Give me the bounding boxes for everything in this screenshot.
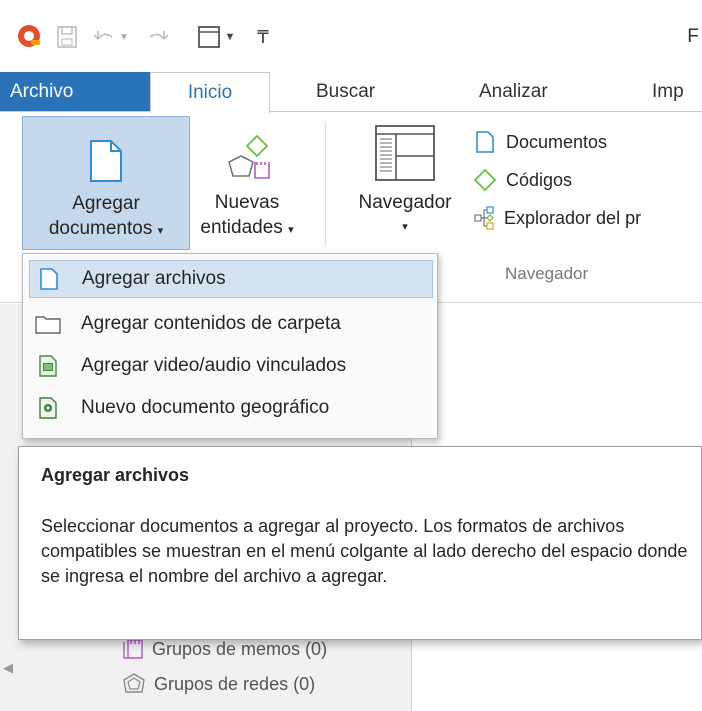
layout-icon[interactable] xyxy=(194,22,224,52)
menu-item-label: Agregar archivos xyxy=(82,268,226,289)
video-icon xyxy=(35,355,61,377)
navigator-icon xyxy=(345,116,465,182)
add-documents-menu: Agregar archivos Agregar contenidos de c… xyxy=(22,253,438,439)
navigator-label: Navegador xyxy=(358,192,452,213)
redo-icon[interactable] xyxy=(144,22,172,52)
undo-icon[interactable] xyxy=(90,22,118,52)
tree-item-network-groups[interactable]: Grupos de redes (0) xyxy=(122,673,315,695)
tooltip-title: Agregar archivos xyxy=(41,465,190,485)
layout-dropdown-icon[interactable]: ▼ xyxy=(223,22,237,52)
tooltip: Agregar archivos Seleccionar documentos … xyxy=(18,446,702,640)
new-entities-label-2: entidades xyxy=(200,217,283,238)
tooltip-body: Seleccionar documentos a agregar al proy… xyxy=(41,516,688,586)
codes-label: Códigos xyxy=(506,169,573,190)
menu-item-add-files[interactable]: Agregar archivos xyxy=(29,260,433,298)
navigator-button[interactable]: Navegador ▾ xyxy=(345,116,465,250)
app-logo-icon xyxy=(14,22,44,52)
project-explorer-label: Explorador del pr xyxy=(504,207,642,228)
documents-label: Documentos xyxy=(506,131,608,152)
tab-analizar[interactable]: Analizar xyxy=(479,72,548,112)
new-entities-button[interactable]: Nuevas entidades ▾ xyxy=(194,116,300,250)
ribbon-tabs: Archivo Inicio Buscar Analizar Imp xyxy=(0,72,702,113)
tree-label: Grupos de memos (0) xyxy=(152,638,328,659)
add-documents-button[interactable]: Agregar documentos ▾ xyxy=(22,116,190,250)
window-title-fragment: F xyxy=(687,26,699,47)
chevron-down-icon: ▾ xyxy=(157,225,164,237)
new-entities-label-1: Nuevas xyxy=(214,192,280,213)
geo-icon xyxy=(35,397,61,419)
group-label-navigator: Navegador xyxy=(505,264,589,283)
add-documents-label-2: documentos xyxy=(48,218,153,239)
save-icon[interactable] xyxy=(52,22,82,52)
menu-item-add-folder[interactable]: Agregar contenidos de carpeta xyxy=(29,305,433,343)
network-group-icon xyxy=(122,673,146,695)
new-entities-icon xyxy=(194,116,300,182)
customize-icon[interactable]: ₸ xyxy=(253,22,273,52)
documents-link[interactable]: Documentos xyxy=(476,128,607,156)
code-icon xyxy=(474,169,496,191)
menu-item-new-geo-document[interactable]: Nuevo documento geográfico xyxy=(29,389,433,427)
menu-item-add-video-audio[interactable]: Agregar video/audio vinculados xyxy=(29,347,433,385)
file-icon xyxy=(36,268,62,290)
chevron-down-icon: ▾ xyxy=(288,224,294,236)
document-icon xyxy=(23,117,189,183)
project-explorer-link[interactable]: Explorador del pr xyxy=(474,204,641,232)
menu-item-label: Agregar contenidos de carpeta xyxy=(81,313,341,334)
tab-buscar[interactable]: Buscar xyxy=(316,72,375,112)
undo-dropdown-icon[interactable]: ▼ xyxy=(117,22,131,52)
quick-access-toolbar: ▼ ▼ ₸ F xyxy=(0,0,702,72)
memo-group-icon xyxy=(122,638,144,660)
tree-label: Grupos de redes (0) xyxy=(154,673,316,694)
add-documents-label-1: Agregar xyxy=(72,193,140,214)
chevron-down-icon: ▾ xyxy=(402,221,408,233)
scroll-left-arrow-icon[interactable]: ◀ xyxy=(3,660,17,680)
tab-inicio[interactable]: Inicio xyxy=(150,72,270,113)
tab-importar[interactable]: Imp xyxy=(652,72,684,112)
menu-item-label: Agregar video/audio vinculados xyxy=(81,355,347,376)
codes-link[interactable]: Códigos xyxy=(474,166,572,194)
project-explorer-icon xyxy=(474,206,498,230)
tree-item-memo-groups[interactable]: Grupos de memos (0) xyxy=(122,638,327,660)
folder-icon xyxy=(35,314,61,334)
ribbon-separator xyxy=(325,122,326,246)
document-icon xyxy=(476,131,494,153)
tab-archivo[interactable]: Archivo xyxy=(0,72,152,112)
menu-item-label: Nuevo documento geográfico xyxy=(81,397,330,418)
